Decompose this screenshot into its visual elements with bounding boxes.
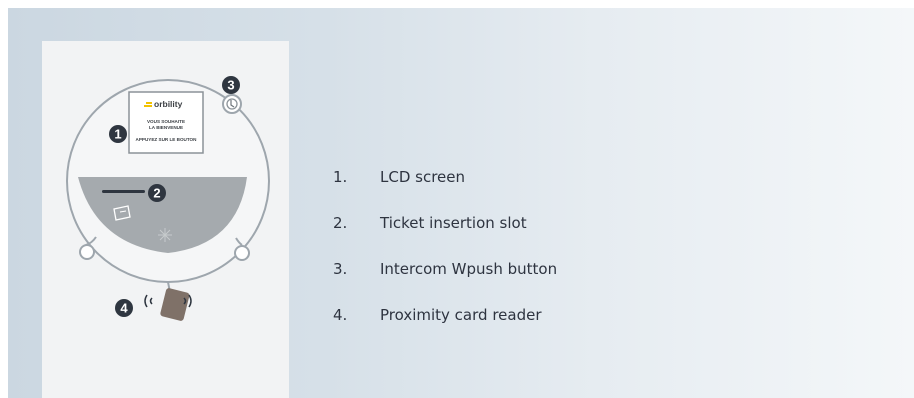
legend-item-lcd-screen: 1. LCD screen (333, 165, 753, 189)
lcd-logo: orbility (154, 99, 183, 109)
legend-label: LCD screen (380, 168, 466, 186)
legend-label: Ticket insertion slot (380, 214, 527, 232)
svg-text:4: 4 (120, 301, 128, 316)
legend-item-card-reader: 4. Proximity card reader (333, 303, 753, 327)
legend-label: Intercom Wpush button (380, 260, 558, 278)
lcd-line-2: LA BIENVENUE (149, 125, 183, 130)
lcd-screen: orbility VOUS SOUHAITE LA BIENVENUE APPU… (128, 91, 204, 154)
svg-text:1: 1 (114, 127, 121, 142)
logo-mark-icon (146, 102, 152, 104)
lcd-line-3: APPUYEZ SUR LE BOUTON (136, 137, 198, 142)
legend-label: Proximity card reader (380, 306, 542, 324)
right-mount-ring (234, 245, 250, 261)
canvas: orbility VOUS SOUHAITE LA BIENVENUE APPU… (0, 0, 914, 398)
ticket-slot (102, 190, 145, 193)
callout-1: 1 (109, 125, 127, 143)
component-legend: 1. LCD screen 2. Ticket insertion slot 3… (333, 165, 753, 349)
legend-number: 3. (333, 260, 348, 278)
legend-item-intercom-button: 3. Intercom Wpush button (333, 257, 753, 281)
callout-4: 4 (115, 299, 133, 317)
terminal-diagram: orbility VOUS SOUHAITE LA BIENVENUE APPU… (66, 76, 270, 321)
speaker-grille-icon (158, 228, 172, 242)
legend-number: 4. (333, 306, 348, 324)
legend-number: 2. (333, 214, 348, 232)
callout-2: 2 (148, 184, 166, 202)
left-mount-ring (79, 244, 95, 260)
svg-text:2: 2 (153, 186, 160, 201)
proximity-card-icon (160, 288, 190, 321)
device-card: orbility VOUS SOUHAITE LA BIENVENUE APPU… (42, 41, 289, 398)
svg-text:3: 3 (227, 78, 234, 93)
lcd-line-1: VOUS SOUHAITE (147, 119, 185, 124)
legend-item-ticket-slot: 2. Ticket insertion slot (333, 211, 753, 235)
callout-3: 3 (222, 76, 240, 94)
legend-number: 1. (333, 168, 348, 186)
intercom-button (222, 94, 242, 114)
